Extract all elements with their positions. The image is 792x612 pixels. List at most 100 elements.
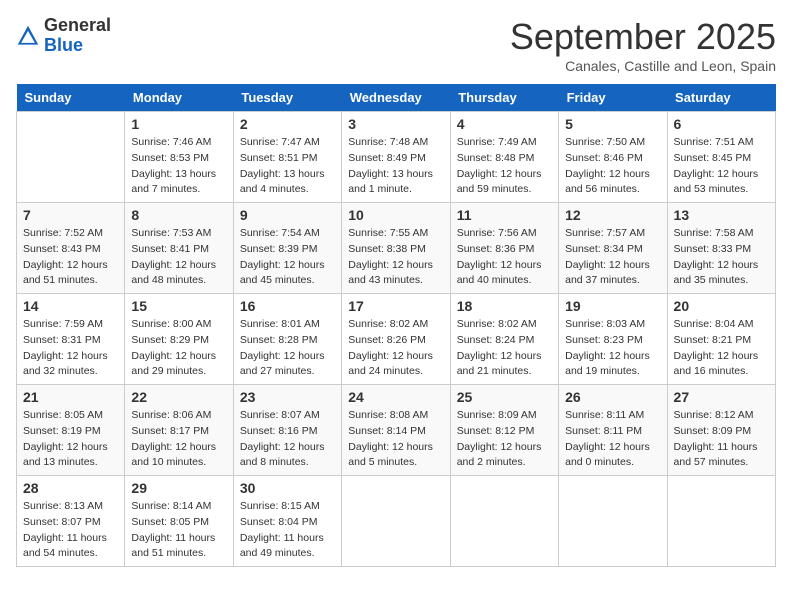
day-number: 5 xyxy=(565,116,660,132)
day-info: Sunrise: 8:02 AMSunset: 8:24 PMDaylight:… xyxy=(457,317,552,380)
calendar-week-row: 28 Sunrise: 8:13 AMSunset: 8:07 PMDayligh… xyxy=(17,476,776,567)
day-number: 24 xyxy=(348,389,443,405)
calendar-cell: 6 Sunrise: 7:51 AMSunset: 8:45 PMDaylight… xyxy=(667,112,775,203)
day-number: 28 xyxy=(23,480,118,496)
day-number: 12 xyxy=(565,207,660,223)
day-info: Sunrise: 8:01 AMSunset: 8:28 PMDaylight:… xyxy=(240,317,335,380)
day-info: Sunrise: 8:03 AMSunset: 8:23 PMDaylight:… xyxy=(565,317,660,380)
day-of-week-header: Tuesday xyxy=(233,84,341,112)
calendar-cell: 18Sunrise: 8:02 AMSunset: 8:24 PMDayligh… xyxy=(450,294,558,385)
day-info: Sunrise: 7:46 AMSunset: 8:53 PMDaylight:… xyxy=(131,135,226,198)
logo: General Blue xyxy=(16,16,111,56)
calendar-cell: 20Sunrise: 8:04 AMSunset: 8:21 PMDayligh… xyxy=(667,294,775,385)
day-number: 29 xyxy=(131,480,226,496)
calendar-cell: 9 Sunrise: 7:54 AMSunset: 8:39 PMDaylight… xyxy=(233,203,341,294)
calendar-cell: 11Sunrise: 7:56 AMSunset: 8:36 PMDayligh… xyxy=(450,203,558,294)
day-number: 16 xyxy=(240,298,335,314)
calendar-week-row: 14 Sunrise: 7:59 AMSunset: 8:31 PMDayligh… xyxy=(17,294,776,385)
calendar-cell: 27Sunrise: 8:12 AMSunset: 8:09 PMDayligh… xyxy=(667,385,775,476)
day-of-week-header: Saturday xyxy=(667,84,775,112)
day-info: Sunrise: 7:47 AMSunset: 8:51 PMDaylight:… xyxy=(240,135,335,198)
calendar-table: SundayMondayTuesdayWednesdayThursdayFrid… xyxy=(16,84,776,567)
day-info: Sunrise: 8:07 AMSunset: 8:16 PMDaylight:… xyxy=(240,408,335,471)
day-number: 8 xyxy=(131,207,226,223)
calendar-cell: 21Sunrise: 8:05 AMSunset: 8:19 PMDayligh… xyxy=(17,385,125,476)
calendar-cell: 14 Sunrise: 7:59 AMSunset: 8:31 PMDayligh… xyxy=(17,294,125,385)
title-block: September 2025 Canales, Castille and Leo… xyxy=(510,16,776,74)
day-number: 21 xyxy=(23,389,118,405)
day-info: Sunrise: 8:11 AMSunset: 8:11 PMDaylight:… xyxy=(565,408,660,471)
day-info: Sunrise: 8:00 AMSunset: 8:29 PMDaylight:… xyxy=(131,317,226,380)
calendar-cell: 30 Sunrise: 8:15 AMSunset: 8:04 PMDayligh… xyxy=(233,476,341,567)
calendar-cell: 15 Sunrise: 8:00 AMSunset: 8:29 PMDayligh… xyxy=(125,294,233,385)
calendar-cell: 24 Sunrise: 8:08 AMSunset: 8:14 PMDayligh… xyxy=(342,385,450,476)
calendar-week-row: 1 Sunrise: 7:46 AMSunset: 8:53 PMDaylight… xyxy=(17,112,776,203)
day-info: Sunrise: 7:52 AMSunset: 8:43 PMDaylight:… xyxy=(23,226,118,289)
calendar-cell: 26 Sunrise: 8:11 AMSunset: 8:11 PMDayligh… xyxy=(559,385,667,476)
day-info: Sunrise: 8:09 AMSunset: 8:12 PMDaylight:… xyxy=(457,408,552,471)
page-header: General Blue September 2025 Canales, Cas… xyxy=(16,16,776,74)
day-number: 14 xyxy=(23,298,118,314)
calendar-body: 1 Sunrise: 7:46 AMSunset: 8:53 PMDaylight… xyxy=(17,112,776,567)
logo-icon xyxy=(16,24,40,48)
day-info: Sunrise: 8:15 AMSunset: 8:04 PMDaylight:… xyxy=(240,499,335,562)
day-info: Sunrise: 7:53 AMSunset: 8:41 PMDaylight:… xyxy=(131,226,226,289)
calendar-week-row: 7Sunrise: 7:52 AMSunset: 8:43 PMDaylight… xyxy=(17,203,776,294)
calendar-cell: 12 Sunrise: 7:57 AMSunset: 8:34 PMDayligh… xyxy=(559,203,667,294)
day-info: Sunrise: 8:13 AMSunset: 8:07 PMDaylight:… xyxy=(23,499,118,562)
calendar-cell xyxy=(450,476,558,567)
calendar-cell: 10 Sunrise: 7:55 AMSunset: 8:38 PMDayligh… xyxy=(342,203,450,294)
calendar-cell xyxy=(667,476,775,567)
calendar-cell: 17 Sunrise: 8:02 AMSunset: 8:26 PMDayligh… xyxy=(342,294,450,385)
day-number: 10 xyxy=(348,207,443,223)
calendar-cell: 7Sunrise: 7:52 AMSunset: 8:43 PMDaylight… xyxy=(17,203,125,294)
calendar-cell: 1 Sunrise: 7:46 AMSunset: 8:53 PMDaylight… xyxy=(125,112,233,203)
day-info: Sunrise: 7:58 AMSunset: 8:33 PMDaylight:… xyxy=(674,226,769,289)
calendar-cell xyxy=(17,112,125,203)
day-of-week-header: Thursday xyxy=(450,84,558,112)
day-info: Sunrise: 7:50 AMSunset: 8:46 PMDaylight:… xyxy=(565,135,660,198)
day-number: 17 xyxy=(348,298,443,314)
day-number: 25 xyxy=(457,389,552,405)
day-info: Sunrise: 7:48 AMSunset: 8:49 PMDaylight:… xyxy=(348,135,443,198)
day-info: Sunrise: 7:55 AMSunset: 8:38 PMDaylight:… xyxy=(348,226,443,289)
day-number: 2 xyxy=(240,116,335,132)
day-info: Sunrise: 8:06 AMSunset: 8:17 PMDaylight:… xyxy=(131,408,226,471)
calendar-cell: 4Sunrise: 7:49 AMSunset: 8:48 PMDaylight… xyxy=(450,112,558,203)
calendar-cell: 5 Sunrise: 7:50 AMSunset: 8:46 PMDaylight… xyxy=(559,112,667,203)
day-number: 1 xyxy=(131,116,226,132)
calendar-cell: 13 Sunrise: 7:58 AMSunset: 8:33 PMDayligh… xyxy=(667,203,775,294)
month-title: September 2025 xyxy=(510,16,776,58)
calendar-week-row: 21Sunrise: 8:05 AMSunset: 8:19 PMDayligh… xyxy=(17,385,776,476)
day-number: 3 xyxy=(348,116,443,132)
logo-text: General Blue xyxy=(44,16,111,56)
calendar-cell xyxy=(342,476,450,567)
day-of-week-header: Sunday xyxy=(17,84,125,112)
day-number: 15 xyxy=(131,298,226,314)
day-info: Sunrise: 7:54 AMSunset: 8:39 PMDaylight:… xyxy=(240,226,335,289)
day-number: 13 xyxy=(674,207,769,223)
day-info: Sunrise: 8:08 AMSunset: 8:14 PMDaylight:… xyxy=(348,408,443,471)
calendar-cell: 25 Sunrise: 8:09 AMSunset: 8:12 PMDayligh… xyxy=(450,385,558,476)
day-of-week-header: Friday xyxy=(559,84,667,112)
calendar-cell: 8 Sunrise: 7:53 AMSunset: 8:41 PMDaylight… xyxy=(125,203,233,294)
day-number: 9 xyxy=(240,207,335,223)
calendar-cell: 23 Sunrise: 8:07 AMSunset: 8:16 PMDayligh… xyxy=(233,385,341,476)
day-info: Sunrise: 7:49 AMSunset: 8:48 PMDaylight:… xyxy=(457,135,552,198)
day-number: 30 xyxy=(240,480,335,496)
day-number: 27 xyxy=(674,389,769,405)
day-of-week-header: Monday xyxy=(125,84,233,112)
day-number: 23 xyxy=(240,389,335,405)
day-of-week-header: Wednesday xyxy=(342,84,450,112)
calendar-cell: 3 Sunrise: 7:48 AMSunset: 8:49 PMDaylight… xyxy=(342,112,450,203)
day-number: 11 xyxy=(457,207,552,223)
day-info: Sunrise: 8:02 AMSunset: 8:26 PMDaylight:… xyxy=(348,317,443,380)
day-number: 20 xyxy=(674,298,769,314)
calendar-cell: 29Sunrise: 8:14 AMSunset: 8:05 PMDayligh… xyxy=(125,476,233,567)
calendar-cell: 16 Sunrise: 8:01 AMSunset: 8:28 PMDayligh… xyxy=(233,294,341,385)
day-number: 26 xyxy=(565,389,660,405)
day-info: Sunrise: 7:57 AMSunset: 8:34 PMDaylight:… xyxy=(565,226,660,289)
day-number: 6 xyxy=(674,116,769,132)
day-info: Sunrise: 7:59 AMSunset: 8:31 PMDaylight:… xyxy=(23,317,118,380)
day-info: Sunrise: 7:51 AMSunset: 8:45 PMDaylight:… xyxy=(674,135,769,198)
